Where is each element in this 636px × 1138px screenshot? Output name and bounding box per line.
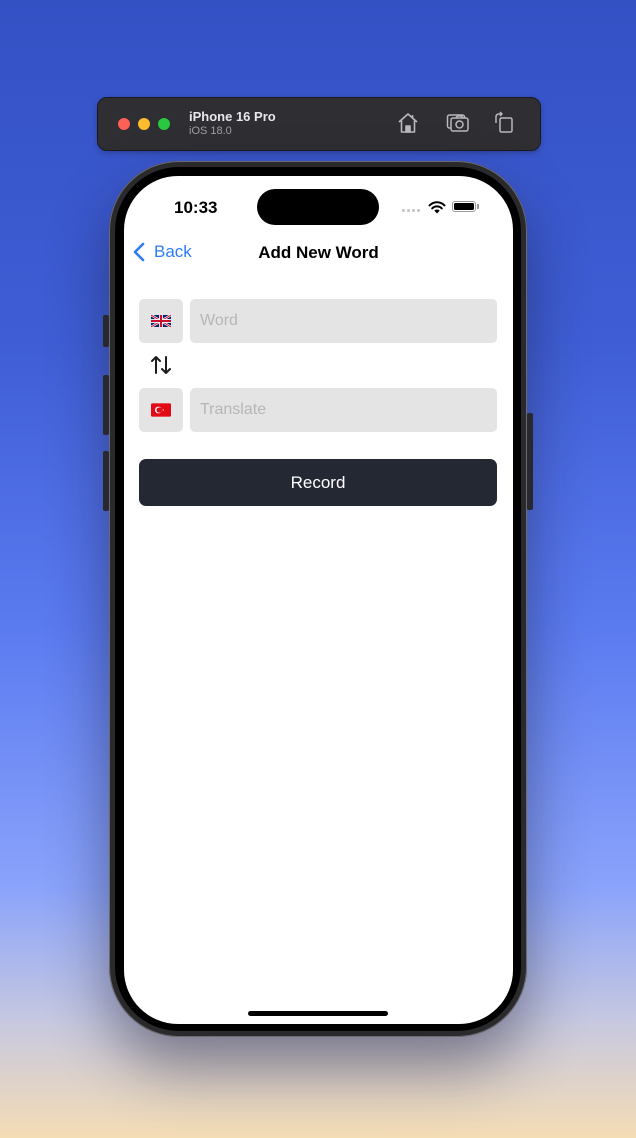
simulator-toolbar: iPhone 16 Pro iOS 18.0 xyxy=(97,97,541,151)
battery-icon xyxy=(452,201,476,212)
source-language-button[interactable] xyxy=(139,299,183,343)
rotate-icon[interactable] xyxy=(492,111,516,135)
record-button[interactable]: Record xyxy=(139,459,497,506)
page-title: Add New Word xyxy=(258,243,379,262)
screenshot-icon[interactable] xyxy=(446,111,470,135)
swap-arrows-icon[interactable] xyxy=(150,354,172,376)
cellular-signal-icon xyxy=(402,209,420,212)
target-language-button[interactable] xyxy=(139,388,183,432)
os-version: iOS 18.0 xyxy=(189,125,232,137)
device-name: iPhone 16 Pro xyxy=(189,109,276,124)
home-icon[interactable] xyxy=(396,111,420,135)
wifi-icon xyxy=(428,201,446,214)
translate-input[interactable] xyxy=(190,388,497,432)
dynamic-island xyxy=(257,189,379,225)
home-indicator[interactable] xyxy=(248,1011,388,1016)
uk-flag-icon xyxy=(151,314,171,328)
word-input[interactable] xyxy=(190,299,497,343)
status-time: 10:33 xyxy=(174,198,218,217)
turkey-flag-icon xyxy=(151,403,171,417)
zoom-window-button[interactable] xyxy=(158,118,170,130)
app-screen: 10:33 Back Add New Word Re xyxy=(124,176,513,1024)
minimize-window-button[interactable] xyxy=(138,118,150,130)
close-window-button[interactable] xyxy=(118,118,130,130)
power-button xyxy=(527,413,533,510)
